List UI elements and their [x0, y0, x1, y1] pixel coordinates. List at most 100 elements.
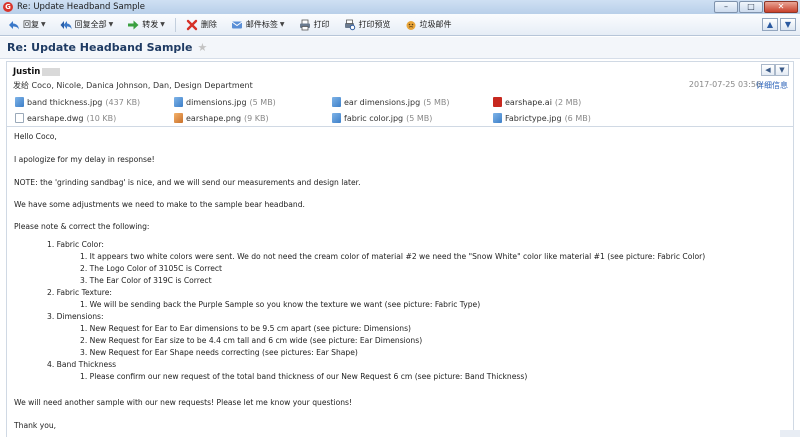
attachment-name: dimensions.jpg: [186, 97, 247, 107]
attachment-item[interactable]: band thickness.jpg (437 KB): [15, 97, 140, 107]
window-controls: – □ ✕: [714, 1, 798, 13]
message-header: Justin ◀ ▼ 发给 Coco, Nicole, Danica Johns…: [6, 61, 794, 127]
attachment-size: (437 KB): [105, 97, 141, 107]
scrollbar[interactable]: [780, 430, 800, 437]
message-date: 2017-07-25 03:56: [688, 80, 761, 89]
delete-button[interactable]: 删除: [182, 16, 221, 34]
list-item: 1. We will be sending back the Purple Sa…: [80, 300, 481, 309]
image-file-icon: [332, 113, 341, 123]
minimize-button[interactable]: –: [714, 1, 738, 13]
list-item: 1. Fabric Color:: [47, 240, 104, 249]
message-subject: Re: Update Headband Sample: [7, 41, 193, 54]
reply-all-icon: [60, 19, 72, 31]
subject-bar: Re: Update Headband Sample ★: [0, 37, 800, 59]
image-file-icon: [332, 97, 341, 107]
attachment-name: earshape.ai: [505, 97, 552, 107]
print-preview-button[interactable]: 打印预览: [340, 16, 395, 34]
attachment-item[interactable]: Fabrictype.jpg (6 MB): [493, 113, 591, 123]
list-item: 2. Fabric Texture:: [47, 288, 112, 297]
attachment-item[interactable]: dimensions.jpg (5 MB): [174, 97, 276, 107]
reply-all-label: 回复全部: [74, 20, 107, 29]
toolbar: 回复 ▼ 回复全部 ▼ 转发 ▼ 删除 邮件标签 ▼ 打印 打印预览 垃圾邮件 …: [0, 14, 800, 36]
list-item: 1. New Request for Ear to Ear dimensions…: [80, 324, 411, 333]
body-line: NOTE: the 'grinding sandbag' is nice, an…: [14, 178, 361, 187]
close-button[interactable]: ✕: [764, 1, 798, 13]
delete-x-icon: [186, 19, 198, 31]
attachment-item[interactable]: earshape.ai (2 MB): [493, 97, 581, 107]
attachment-item[interactable]: earshape.png (9 KB): [174, 113, 269, 123]
reply-button[interactable]: 回复 ▼: [4, 16, 50, 34]
body-line: Please note & correct the following:: [14, 222, 150, 231]
print-label: 打印: [313, 20, 330, 29]
quick-reply-icon[interactable]: ◀: [761, 64, 775, 76]
list-item: 3. Dimensions:: [47, 312, 104, 321]
illustrator-file-icon: [493, 97, 502, 107]
attachment-size: (5 MB): [406, 113, 433, 123]
body-line: Hello Coco,: [14, 132, 57, 141]
sender-name: Justin: [13, 67, 41, 77]
star-icon[interactable]: ★: [198, 41, 208, 54]
maximize-button[interactable]: □: [739, 1, 763, 13]
tag-icon: [231, 19, 243, 31]
attachment-name: ear dimensions.jpg: [344, 97, 421, 107]
attachment-name: earshape.dwg: [27, 113, 84, 123]
forward-dropdown-icon[interactable]: ▼: [160, 21, 165, 28]
list-item: 4. Band Thickness: [47, 360, 117, 369]
tag-dropdown-icon[interactable]: ▼: [280, 21, 285, 28]
message-body: Hello Coco, I apologize for my delay in …: [6, 127, 794, 437]
attachment-name: band thickness.jpg: [27, 97, 103, 107]
toolbar-separator: [174, 17, 176, 32]
previous-message-button[interactable]: ▲: [762, 18, 778, 31]
title-bar: G Re: Update Headband Sample – □ ✕: [0, 0, 800, 14]
window-title: Re: Update Headband Sample: [17, 2, 145, 12]
body-line: I apologize for my delay in response!: [14, 155, 155, 164]
print-preview-icon: [344, 19, 356, 31]
junk-mail-label: 垃圾邮件: [419, 20, 452, 29]
reply-all-button[interactable]: 回复全部 ▼: [56, 16, 118, 34]
list-item: 1. Please confirm our new request of the…: [80, 372, 528, 381]
print-preview-label: 打印预览: [358, 20, 391, 29]
image-file-icon: [15, 97, 24, 107]
document-file-icon: [15, 113, 24, 123]
list-item: 1. It appears two white colors were sent…: [80, 252, 706, 261]
reply-label: 回复: [23, 20, 39, 29]
print-button[interactable]: 打印: [295, 16, 334, 34]
forward-arrow-icon: [127, 19, 139, 31]
quick-more-icon[interactable]: ▼: [775, 64, 789, 76]
image-file-icon: [174, 97, 183, 107]
printer-icon: [299, 19, 311, 31]
forward-button[interactable]: 转发 ▼: [123, 16, 169, 34]
forward-label: 转发: [142, 20, 159, 29]
attachment-item[interactable]: ear dimensions.jpg (5 MB): [332, 97, 449, 107]
attachment-size: (10 KB): [86, 113, 117, 123]
attachment-size: (2 MB): [554, 97, 582, 107]
junk-mail-icon: [405, 19, 417, 31]
recipients: 发给 Coco, Nicole, Danica Johnson, Dan, De…: [13, 81, 253, 90]
attachment-size: (5 MB): [249, 97, 276, 107]
app-icon: G: [3, 2, 13, 12]
attachment-size: (6 MB): [564, 113, 591, 123]
attachment-size: (9 KB): [244, 113, 269, 123]
list-item: 3. The Ear Color of 319C is Correct: [80, 276, 212, 285]
reply-arrow-icon: [8, 19, 20, 31]
list-item: 2. The Logo Color of 3105C is Correct: [80, 264, 223, 273]
reply-dropdown-icon[interactable]: ▼: [41, 21, 46, 28]
reply-all-dropdown-icon[interactable]: ▼: [109, 21, 114, 28]
attachment-item[interactable]: earshape.dwg (10 KB): [15, 113, 116, 123]
attachment-size: (5 MB): [423, 97, 450, 107]
tag-label: 邮件标签: [245, 20, 278, 29]
details-link[interactable]: 详细信息: [756, 80, 788, 91]
list-item: 3. New Request for Ear Shape needs corre…: [80, 348, 358, 357]
message-navigation: ▲ ▼: [762, 18, 796, 31]
next-message-button[interactable]: ▼: [780, 18, 796, 31]
image-file-icon: [493, 113, 502, 123]
quick-actions: ◀ ▼: [761, 64, 789, 76]
body-line: We will need another sample with our new…: [14, 398, 353, 407]
attachment-name: earshape.png: [186, 113, 242, 123]
junk-mail-button[interactable]: 垃圾邮件: [401, 16, 456, 34]
attachment-item[interactable]: fabric color.jpg (5 MB): [332, 113, 432, 123]
sender[interactable]: Justin: [13, 67, 61, 77]
redacted-block: [42, 67, 61, 76]
tag-button[interactable]: 邮件标签 ▼: [227, 16, 289, 34]
delete-label: 删除: [200, 20, 217, 29]
